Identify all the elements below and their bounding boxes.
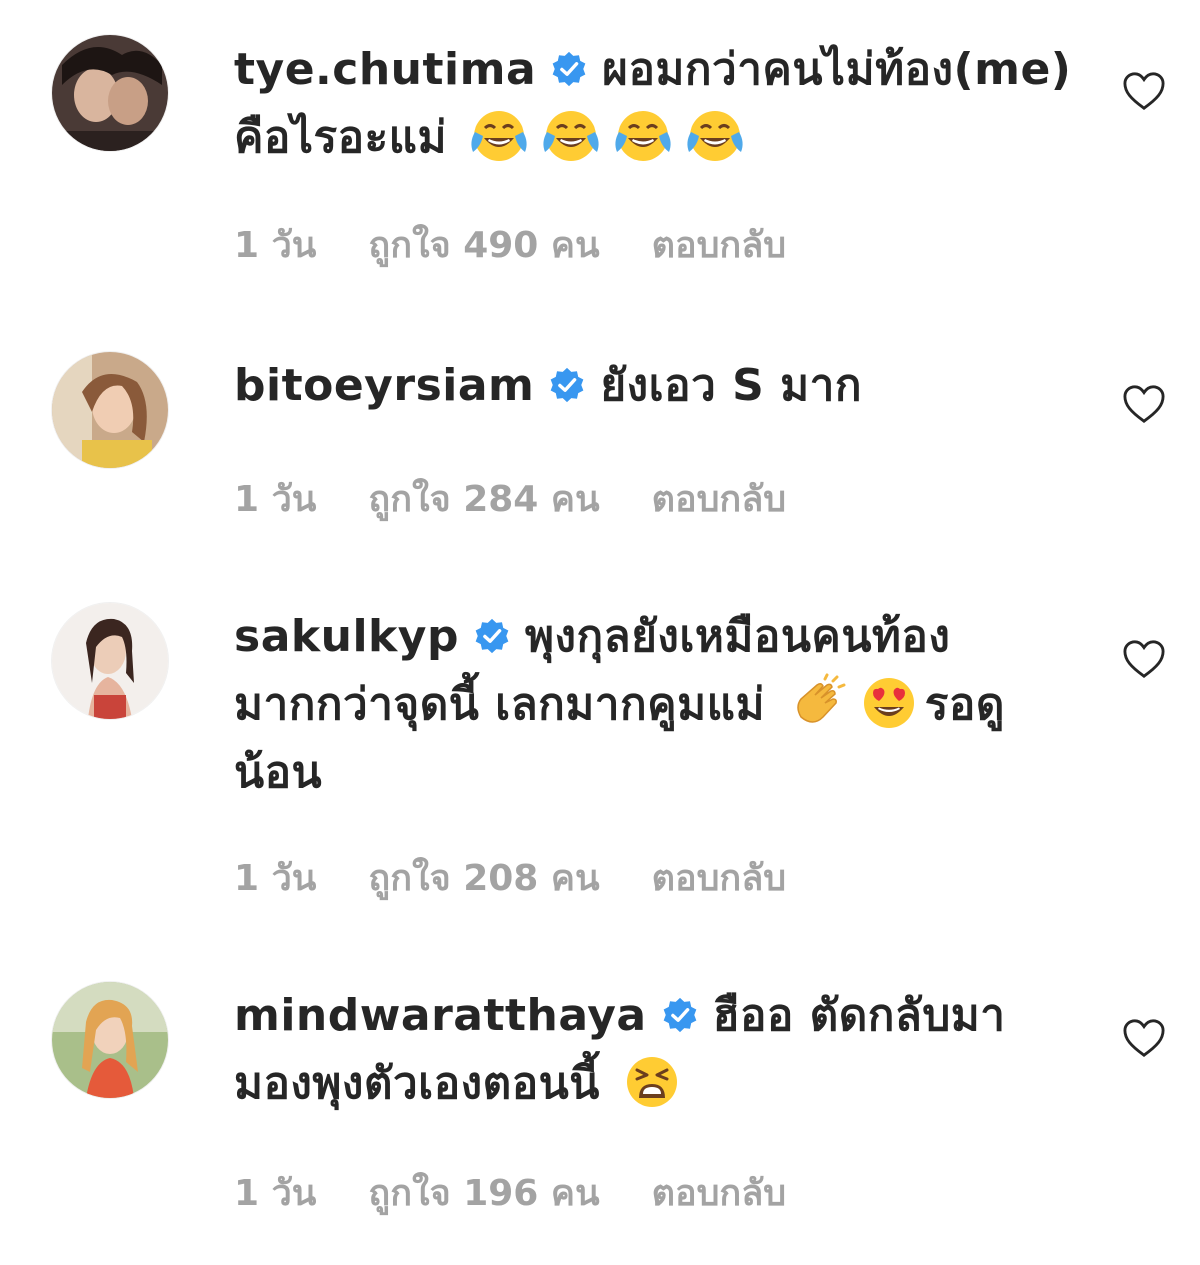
comment-timestamp: 1 วัน: [234, 1173, 317, 1214]
tired-face-icon: [626, 1057, 677, 1107]
comment-meta: 1 วัน ถูกใจ 284 คน ตอบกลับ: [234, 470, 838, 527]
avatar[interactable]: [52, 603, 168, 719]
comment-like-count[interactable]: ถูกใจ 196 คน: [368, 1173, 599, 1214]
comment-like-count[interactable]: ถูกใจ 284 คน: [368, 479, 599, 520]
comment-timestamp: 1 วัน: [234, 479, 317, 520]
comment-meta: 1 วัน ถูกใจ 196 คน ตอบกลับ: [234, 1164, 838, 1221]
reply-button[interactable]: ตอบกลับ: [652, 225, 787, 266]
comment-body: mindwaratthaya ฮืออ ตัดกลับมามองพุงตัวเอง…: [234, 982, 1074, 1118]
face-with-tears-of-joy-icon: [615, 111, 671, 161]
comment-body: tye.chutima ผอมกว่าคนไม่ท้อง(me) คือไรอะแ…: [234, 36, 1074, 172]
comment-timestamp: 1 วัน: [234, 858, 317, 899]
verified-badge-icon: [551, 367, 584, 403]
comment-like-count[interactable]: ถูกใจ 208 คน: [368, 858, 599, 899]
heart-outline-icon[interactable]: [1121, 1017, 1167, 1059]
comment-username[interactable]: bitoeyrsiam: [234, 360, 534, 411]
verified-badge-icon: [552, 51, 586, 87]
comment-body: bitoeyrsiam ยังเอว S มาก: [234, 352, 1074, 420]
verified-badge-icon: [663, 997, 696, 1033]
heart-outline-icon[interactable]: [1121, 70, 1167, 112]
reply-button[interactable]: ตอบกลับ: [652, 1173, 787, 1214]
heart-outline-icon[interactable]: [1121, 638, 1167, 680]
comment-username[interactable]: mindwaratthaya: [234, 990, 647, 1041]
reply-button[interactable]: ตอบกลับ: [652, 858, 787, 899]
verified-badge-icon: [475, 618, 509, 654]
reply-button[interactable]: ตอบกลับ: [652, 479, 787, 520]
comment-username[interactable]: sakulkyp: [234, 611, 459, 662]
comment-body: sakulkyp พุงกุลยังเหมือนคนท้องมากกว่าจุดน…: [234, 603, 1074, 807]
comment-meta: 1 วัน ถูกใจ 490 คน ตอบกลับ: [234, 216, 838, 273]
comment-timestamp: 1 วัน: [234, 225, 317, 266]
avatar[interactable]: [52, 982, 168, 1098]
comment-meta: 1 วัน ถูกใจ 208 คน ตอบกลับ: [234, 849, 838, 906]
comment-username[interactable]: tye.chutima: [234, 44, 536, 95]
face-with-tears-of-joy-icon: [471, 111, 527, 161]
comment-text: ยังเอว S มาก: [600, 360, 862, 411]
clapping-hands-icon: [797, 673, 846, 723]
smiling-face-with-heart-eyes-icon: [863, 678, 914, 728]
face-with-tears-of-joy-icon: [543, 111, 599, 161]
face-with-tears-of-joy-icon: [687, 111, 743, 161]
avatar[interactable]: [52, 35, 168, 151]
heart-outline-icon[interactable]: [1121, 383, 1167, 425]
avatar[interactable]: [52, 352, 168, 468]
comment-like-count[interactable]: ถูกใจ 490 คน: [368, 225, 599, 266]
